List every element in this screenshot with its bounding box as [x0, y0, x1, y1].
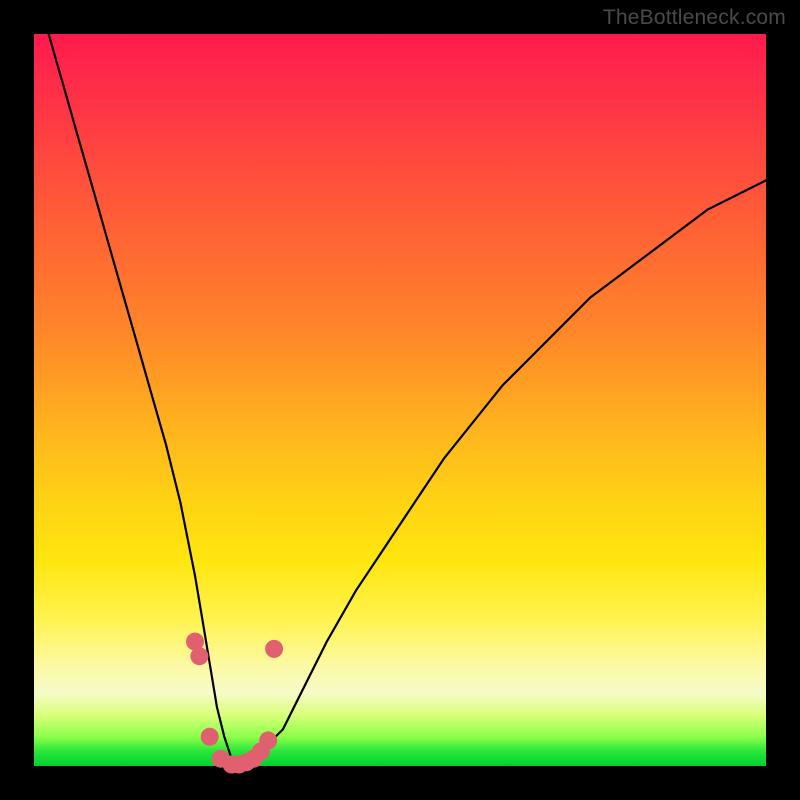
watermark-text: TheBottleneck.com: [603, 6, 786, 30]
marker-dot: [190, 647, 208, 665]
marker-dot: [201, 728, 219, 746]
marker-group: [186, 633, 283, 774]
curve-layer: [34, 34, 766, 766]
bottleneck-curve: [49, 34, 766, 766]
chart-root: TheBottleneck.com: [0, 0, 800, 800]
marker-dot: [259, 731, 277, 749]
plot-area: [34, 34, 766, 766]
marker-dot: [265, 640, 283, 658]
